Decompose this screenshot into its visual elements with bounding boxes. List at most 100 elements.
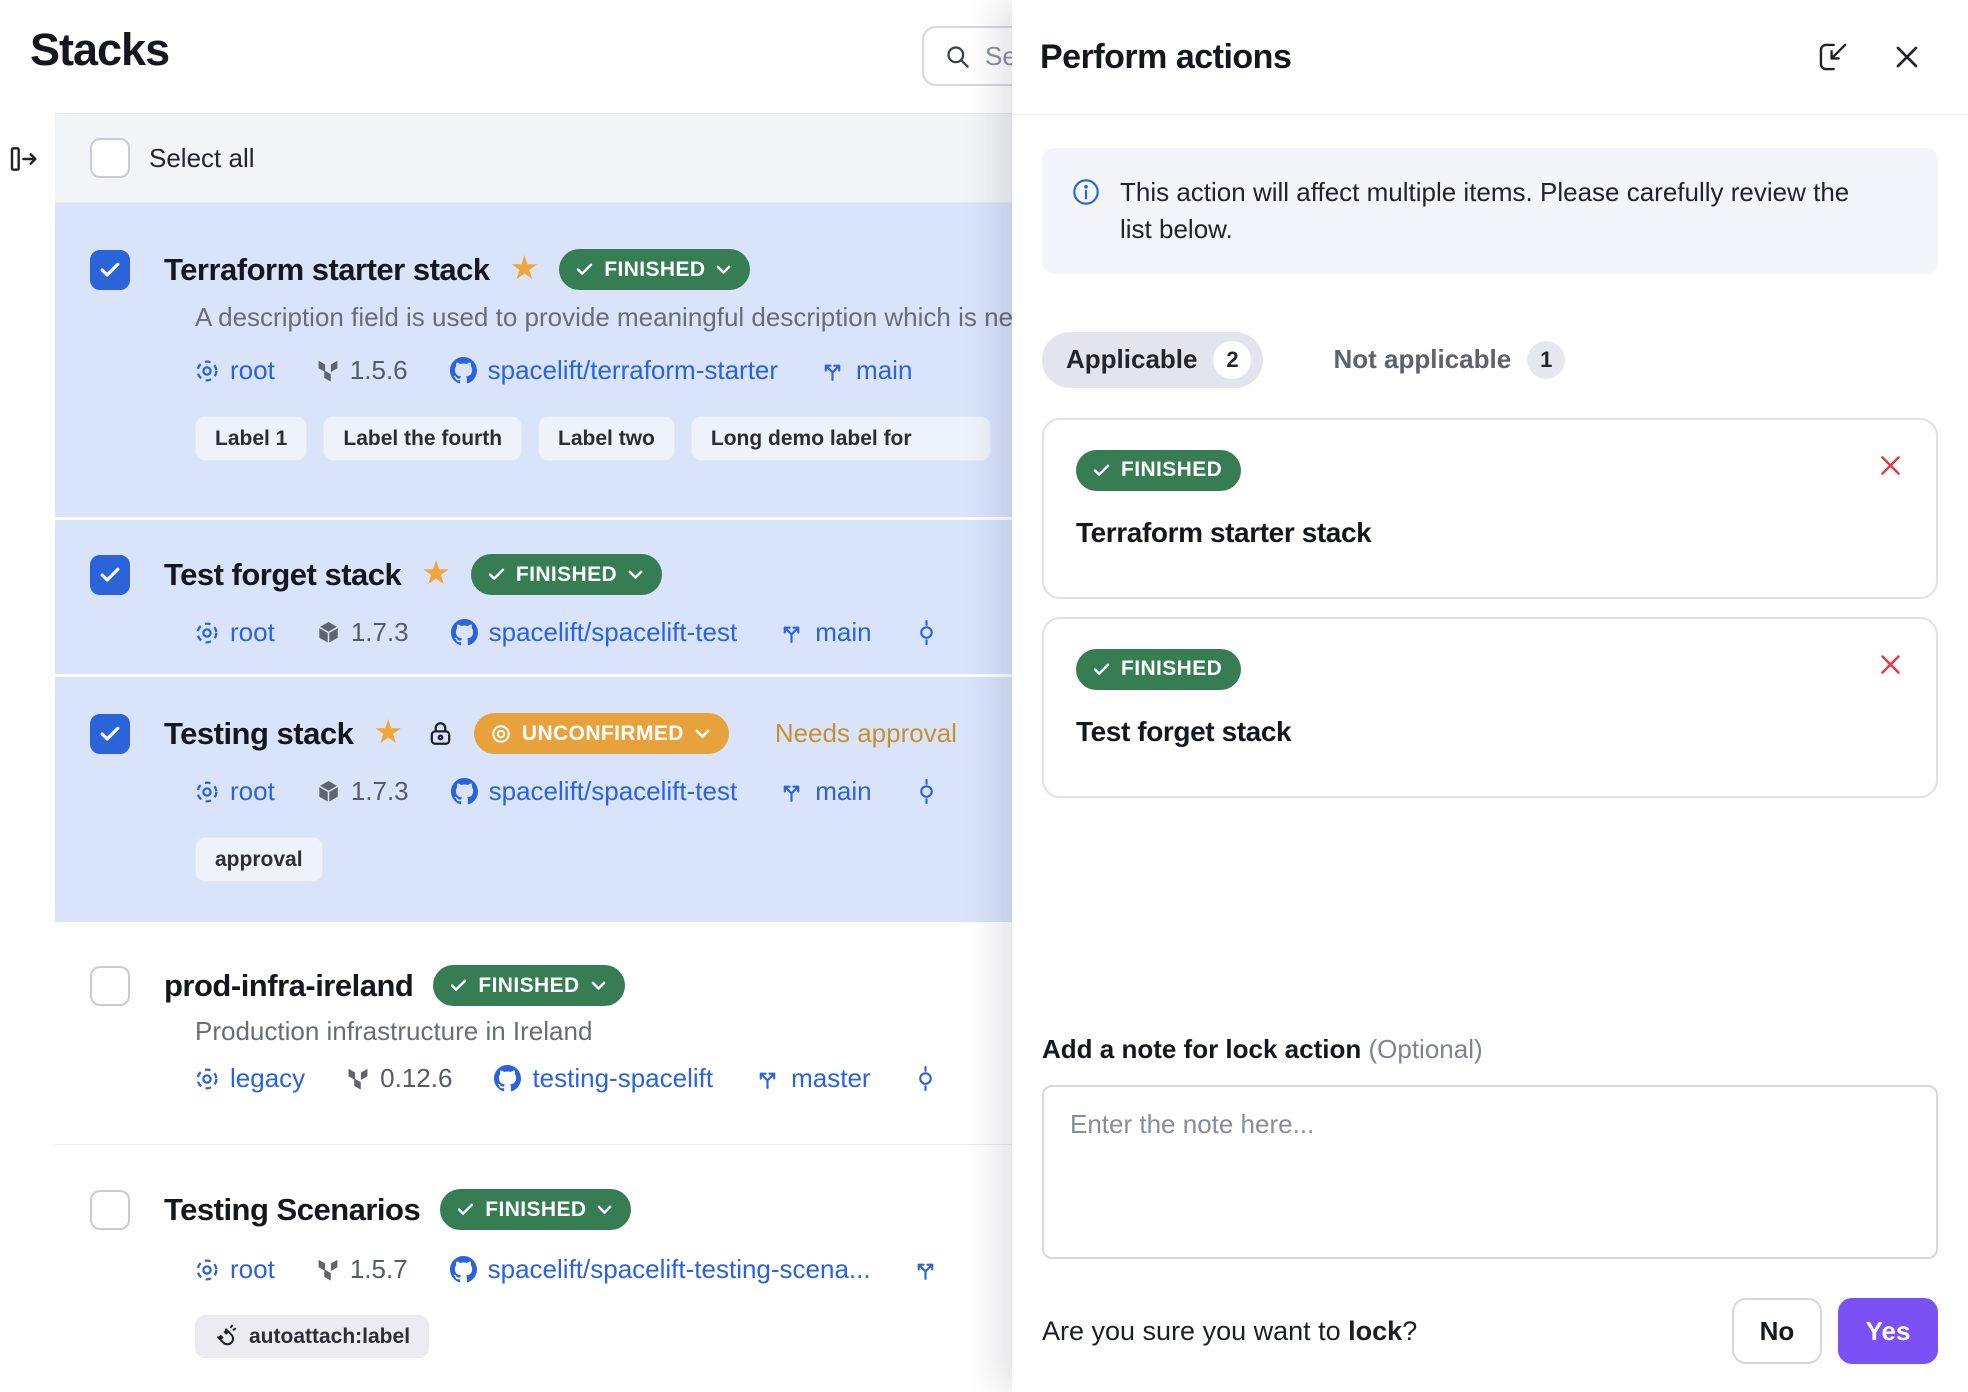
- info-alert: This action will affect multiple items. …: [1042, 148, 1938, 274]
- perform-actions-panel: Perform actions This action will affect …: [1012, 0, 1968, 1392]
- magnet-icon: [214, 1324, 239, 1349]
- status-badge[interactable]: FINISHED: [471, 554, 662, 595]
- star-icon[interactable]: ★: [510, 251, 540, 284]
- row-checkbox[interactable]: [90, 1190, 130, 1230]
- space-link[interactable]: root: [195, 776, 275, 807]
- check-icon: [1093, 464, 1110, 477]
- label-pill[interactable]: Long demo label for: [691, 416, 991, 461]
- row-checkbox[interactable]: [90, 714, 130, 754]
- repo-link[interactable]: testing-spacelift: [494, 1063, 713, 1094]
- yes-button[interactable]: Yes: [1838, 1298, 1938, 1364]
- note-section: Add a note for lock action (Optional) Ar…: [1042, 1034, 1938, 1364]
- affected-item-card: FINISHED Terraform starter stack: [1042, 418, 1938, 599]
- info-icon: [1072, 178, 1100, 206]
- tab-applicable[interactable]: Applicable 2: [1042, 332, 1263, 388]
- tab-not-applicable[interactable]: Not applicable 1: [1309, 332, 1577, 388]
- select-all-label: Select all: [149, 143, 255, 174]
- repo-link[interactable]: spacelift/spacelift-test: [451, 617, 738, 648]
- status-badge: FINISHED: [1076, 450, 1241, 491]
- commit-icon: [913, 1066, 938, 1091]
- star-icon[interactable]: ★: [373, 715, 403, 748]
- affected-item-card: FINISHED Test forget stack: [1042, 617, 1938, 798]
- version-info: 0.12.6: [347, 1063, 452, 1094]
- branch-link[interactable]: main: [779, 617, 871, 648]
- version-info: 1.7.3: [317, 617, 409, 648]
- label-pill[interactable]: Label the fourth: [323, 416, 522, 461]
- terraform-icon: [317, 359, 339, 382]
- branch-icon: [820, 358, 845, 383]
- cube-icon: [317, 621, 340, 644]
- affected-item-name: Terraform starter stack: [1076, 517, 1904, 549]
- space-icon: [195, 780, 219, 804]
- star-icon[interactable]: ★: [421, 556, 451, 589]
- row-checkbox[interactable]: [90, 250, 130, 290]
- row-checkbox[interactable]: [90, 966, 130, 1006]
- branch-icon: [779, 620, 804, 645]
- no-button[interactable]: No: [1732, 1298, 1822, 1364]
- expand-sidebar-icon[interactable]: [8, 143, 40, 180]
- needs-approval-text: Needs approval: [775, 718, 957, 749]
- remove-item-icon[interactable]: [1877, 651, 1904, 678]
- github-icon: [450, 1256, 477, 1283]
- confirm-question: Are you sure you want to lock?: [1042, 1316, 1732, 1347]
- check-icon: [488, 568, 505, 581]
- stack-name: Testing stack: [164, 716, 353, 752]
- check-icon: [450, 979, 467, 992]
- github-icon: [494, 1065, 521, 1092]
- affected-items-list: FINISHED Terraform starter stack FINISHE…: [1042, 418, 1938, 798]
- note-textarea[interactable]: [1042, 1085, 1938, 1259]
- stack-name: Test forget stack: [164, 557, 401, 593]
- version-info: 1.7.3: [317, 776, 409, 807]
- repo-link[interactable]: spacelift/spacelift-test: [451, 776, 738, 807]
- stack-name: Testing Scenarios: [164, 1192, 420, 1228]
- affected-item-name: Test forget stack: [1076, 716, 1904, 748]
- check-icon: [457, 1203, 474, 1216]
- space-link[interactable]: root: [195, 355, 275, 386]
- github-icon: [450, 357, 477, 384]
- remove-item-icon[interactable]: [1877, 452, 1904, 479]
- label-pill[interactable]: Label 1: [195, 416, 307, 461]
- lock-icon: [427, 720, 454, 747]
- version-info: 1.5.7: [317, 1254, 408, 1285]
- chevron-down-icon: [695, 729, 710, 739]
- repo-link[interactable]: spacelift/terraform-starter: [450, 355, 778, 386]
- alert-text: This action will affect multiple items. …: [1120, 174, 1908, 248]
- label-pill[interactable]: autoattach:label: [195, 1315, 429, 1358]
- dock-panel-icon[interactable]: [1816, 40, 1850, 74]
- cube-icon: [317, 780, 340, 803]
- applicability-tabs: Applicable 2 Not applicable 1: [1042, 332, 1938, 388]
- select-all-checkbox[interactable]: [90, 138, 130, 178]
- page-title: Stacks: [30, 24, 169, 76]
- branch-link[interactable]: master: [755, 1063, 870, 1094]
- stacks-page: Stacks Search Select all Terraform start…: [0, 0, 1968, 1392]
- github-icon: [451, 778, 478, 805]
- branch-link[interactable]: main: [779, 776, 871, 807]
- status-badge: FINISHED: [1076, 649, 1241, 690]
- status-badge[interactable]: FINISHED: [559, 249, 750, 290]
- left-gutter: [0, 113, 55, 1392]
- row-checkbox[interactable]: [90, 555, 130, 595]
- status-badge[interactable]: FINISHED: [440, 1189, 631, 1230]
- chevron-down-icon: [716, 265, 731, 275]
- repo-link[interactable]: spacelift/spacelift-testing-scena...: [450, 1254, 871, 1285]
- space-link[interactable]: legacy: [195, 1063, 305, 1094]
- terraform-icon: [317, 1258, 339, 1281]
- search-icon: [944, 43, 971, 70]
- chevron-down-icon: [628, 570, 643, 580]
- branch-link[interactable]: main: [820, 355, 912, 386]
- space-link[interactable]: root: [195, 617, 275, 648]
- close-icon[interactable]: [1892, 42, 1922, 72]
- space-icon: [195, 1258, 219, 1282]
- commit-icon: [914, 779, 939, 804]
- status-badge[interactable]: FINISHED: [433, 965, 624, 1006]
- status-badge[interactable]: UNCONFIRMED: [474, 713, 729, 754]
- label-pill[interactable]: approval: [195, 837, 323, 882]
- panel-title: Perform actions: [1040, 38, 1774, 77]
- chevron-down-icon: [591, 981, 606, 991]
- stack-name: Terraform starter stack: [164, 252, 490, 288]
- label-pill[interactable]: Label two: [538, 416, 675, 461]
- tab-count-badge: 1: [1527, 341, 1565, 379]
- space-link[interactable]: root: [195, 1254, 275, 1285]
- branch-icon: [755, 1066, 780, 1091]
- version-info: 1.5.6: [317, 355, 408, 386]
